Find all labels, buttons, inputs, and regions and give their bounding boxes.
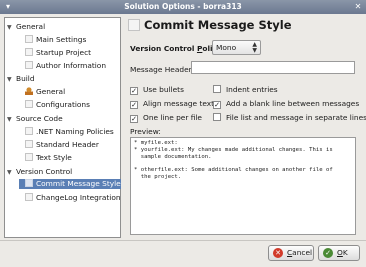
expand-arrow-icon[interactable]: ▼ [7, 23, 16, 33]
message-header-input[interactable] [191, 61, 355, 74]
panel-title: Commit Message Style [144, 18, 292, 32]
page-icon [25, 140, 33, 148]
expand-arrow-icon[interactable]: ▼ [7, 115, 16, 125]
align-message-text-checkbox[interactable]: ✓ Align message text [130, 99, 214, 109]
window-menu-icon[interactable]: ▾ [3, 2, 13, 12]
page-icon [25, 179, 33, 187]
tree-item-main-settings[interactable]: Main Settings [25, 35, 86, 45]
page-icon [25, 35, 33, 43]
tree-item-text-style[interactable]: Text Style [25, 153, 72, 163]
close-icon[interactable]: ✕ [353, 2, 363, 12]
expand-arrow-icon[interactable]: ▼ [7, 168, 16, 178]
options-tree[interactable]: ▼ General Main Settings Startup Project A… [4, 17, 121, 238]
tree-item-startup-project[interactable]: Startup Project [25, 48, 91, 58]
footer-divider [0, 240, 366, 241]
message-header-label: Message Header: [130, 65, 195, 74]
preview-text: * myfile.ext: * yourfile.ext: My changes… [134, 140, 333, 180]
expand-arrow-icon[interactable]: ▼ [7, 75, 16, 85]
tree-item-configurations[interactable]: Configurations [25, 100, 90, 110]
cancel-button[interactable]: ✕ Cancel [268, 245, 314, 261]
page-icon [128, 19, 140, 31]
policy-value: Mono [216, 43, 237, 52]
blank-line-between-messages-checkbox[interactable]: ✓ Add a blank line between messages [213, 99, 359, 109]
tree-item-build-general[interactable]: General [25, 87, 65, 97]
tree-section-general[interactable]: ▼ General [7, 22, 45, 32]
cancel-icon: ✕ [273, 248, 283, 258]
checkmark-icon: ✓ [323, 248, 333, 258]
page-icon [25, 153, 33, 161]
checkbox-unchecked-icon[interactable] [213, 113, 221, 121]
user-icon [25, 87, 33, 95]
page-icon [25, 193, 33, 201]
checkbox-checked-icon[interactable]: ✓ [213, 101, 221, 109]
policy-label: Version Control Policy: [130, 44, 225, 53]
window-title: Solution Options - borra313 [124, 2, 242, 11]
dropdown-arrows-icon: ▲ ▼ [252, 41, 257, 54]
page-icon [25, 100, 33, 108]
indent-entries-checkbox[interactable]: Indent entries [213, 85, 278, 94]
checkbox-unchecked-icon[interactable] [213, 85, 221, 93]
tree-item-naming-policies[interactable]: .NET Naming Policies [25, 127, 114, 137]
preview-label: Preview: [130, 127, 161, 136]
tree-section-version-control[interactable]: ▼ Version Control [7, 167, 72, 177]
ok-button[interactable]: ✓ OK [318, 245, 360, 261]
tree-item-changelog-integration[interactable]: ChangeLog Integration [25, 193, 121, 203]
page-icon [25, 61, 33, 69]
checkbox-checked-icon[interactable]: ✓ [130, 115, 138, 123]
page-icon [25, 48, 33, 56]
checkbox-checked-icon[interactable]: ✓ [130, 101, 138, 109]
tree-item-author-information[interactable]: Author Information [25, 61, 106, 71]
page-icon [25, 127, 33, 135]
one-line-per-file-checkbox[interactable]: ✓ One line per file [130, 113, 202, 123]
tree-section-source-code[interactable]: ▼ Source Code [7, 114, 63, 124]
tree-item-standard-header[interactable]: Standard Header [25, 140, 99, 150]
tree-section-build[interactable]: ▼ Build [7, 74, 35, 84]
tree-item-commit-message-style[interactable]: Commit Message Style [19, 179, 121, 189]
title-bar: ▾ Solution Options - borra313 ✕ [0, 0, 366, 14]
separate-lines-checkbox[interactable]: File list and message in separate lines [213, 113, 366, 122]
policy-select[interactable]: Mono ▲ ▼ [212, 40, 261, 55]
preview-box: * myfile.ext: * yourfile.ext: My changes… [130, 137, 356, 235]
checkbox-checked-icon[interactable]: ✓ [130, 87, 138, 95]
use-bullets-checkbox[interactable]: ✓ Use bullets [130, 85, 184, 95]
